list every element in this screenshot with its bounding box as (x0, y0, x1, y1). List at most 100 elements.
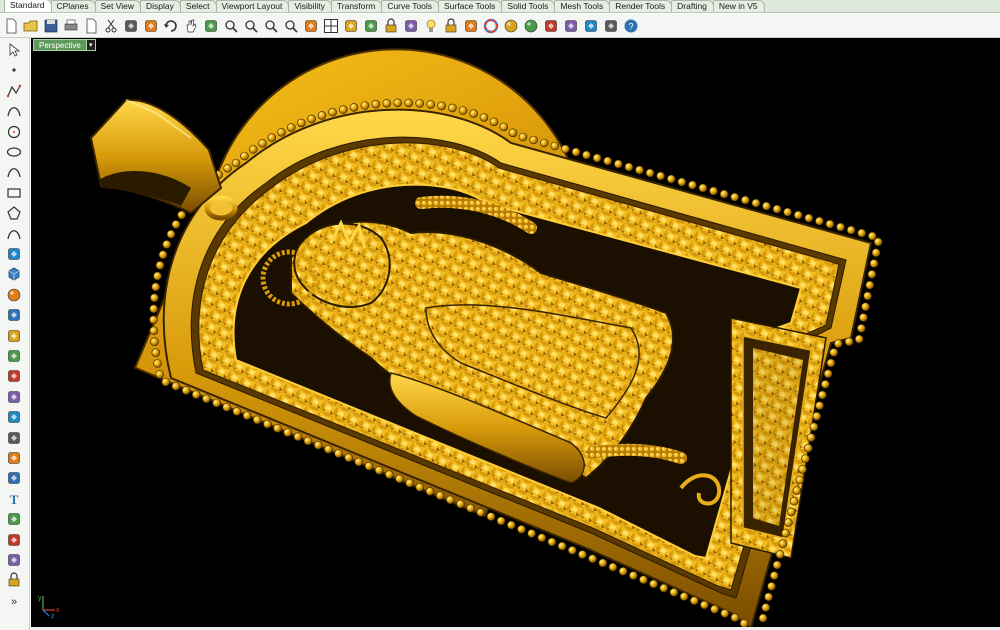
join-icon[interactable] (5, 430, 23, 446)
save-icon[interactable] (43, 18, 59, 34)
border-bead (313, 440, 323, 450)
border-bead (161, 377, 171, 387)
border-bead (384, 470, 394, 479)
border-bead (613, 159, 623, 169)
rendered-sphere-icon[interactable] (523, 18, 539, 34)
block-icon[interactable] (5, 572, 23, 588)
layer-icon[interactable] (403, 18, 419, 34)
zoom-selected-icon[interactable] (283, 18, 299, 34)
tab-new-in-v5[interactable]: New in V5 (712, 0, 765, 12)
text-icon[interactable]: T (5, 491, 23, 507)
border-bead (405, 478, 415, 488)
lock-icon[interactable] (383, 17, 399, 34)
tab-cplanes[interactable]: CPlanes (50, 0, 96, 12)
show-icon[interactable] (363, 18, 379, 34)
fillet-icon[interactable] (5, 226, 23, 242)
scale-icon[interactable] (5, 470, 23, 486)
boolean-icon[interactable] (5, 348, 23, 364)
border-bead (202, 394, 211, 404)
zoom-extents-icon[interactable] (263, 18, 279, 34)
tab-mesh-tools[interactable]: Mesh Tools (554, 0, 611, 12)
properties-lock-icon[interactable] (443, 17, 459, 34)
settings-icon[interactable] (583, 18, 599, 34)
zoom-window-icon[interactable] (243, 18, 259, 34)
border-bead (677, 177, 687, 187)
select-arrow-icon[interactable] (5, 42, 23, 58)
copy-icon[interactable] (123, 18, 139, 34)
split-icon[interactable] (5, 409, 23, 425)
border-bead (344, 453, 354, 463)
shaded-sphere-icon[interactable] (503, 18, 519, 34)
border-bead (469, 109, 478, 118)
tab-curve-tools[interactable]: Curve Tools (381, 0, 440, 12)
select-filter-icon[interactable] (563, 18, 579, 34)
hide-icon[interactable] (343, 18, 359, 34)
perspective-viewport[interactable]: Perspective ▾ y x z (31, 38, 1000, 628)
more-icon[interactable]: » (5, 593, 23, 609)
render-icon[interactable] (543, 18, 559, 34)
open-icon[interactable] (23, 18, 39, 34)
viewport-menu-arrow-icon[interactable]: ▾ (86, 39, 96, 51)
viewport-label[interactable]: Perspective (33, 39, 87, 51)
new-icon[interactable] (3, 18, 19, 34)
border-bead (730, 192, 740, 202)
mesh-icon[interactable] (5, 328, 23, 344)
rectangle-icon[interactable] (5, 185, 23, 201)
polyline-icon[interactable] (5, 83, 23, 99)
move-icon[interactable] (203, 18, 219, 34)
border-bead (153, 359, 162, 368)
polygon-icon[interactable] (5, 205, 23, 221)
import-icon[interactable] (83, 18, 99, 34)
tab-visibility[interactable]: Visibility (288, 0, 332, 12)
paste-icon[interactable] (143, 18, 159, 34)
sphere-solid-icon[interactable] (5, 287, 23, 303)
border-bead (578, 550, 587, 559)
zoom-icon[interactable] (223, 18, 239, 34)
box-solid-icon[interactable] (5, 266, 23, 282)
pan-hand-icon[interactable] (183, 18, 199, 34)
tab-display[interactable]: Display (140, 0, 181, 12)
color-wheel-icon[interactable] (483, 18, 499, 34)
light-icon[interactable] (423, 18, 439, 34)
rotate-view-icon[interactable] (303, 18, 319, 34)
tab-solid-tools[interactable]: Solid Tools (501, 0, 556, 12)
point-icon[interactable] (5, 62, 23, 78)
curve-icon[interactable] (5, 103, 23, 119)
tab-surface-tools[interactable]: Surface Tools (438, 0, 503, 12)
help-icon[interactable]: ? (623, 18, 639, 34)
tab-select[interactable]: Select (179, 0, 217, 12)
explode-icon[interactable] (5, 368, 23, 384)
border-bead (803, 443, 813, 453)
four-viewports-icon[interactable] (323, 18, 339, 34)
viewport-title-tab[interactable]: Perspective ▾ (33, 39, 96, 51)
rotate-icon[interactable] (5, 450, 23, 466)
extrude-icon[interactable] (5, 307, 23, 323)
dimension-icon[interactable] (5, 511, 23, 527)
tab-viewport-layout[interactable]: Viewport Layout (215, 0, 290, 12)
tab-transform[interactable]: Transform (330, 0, 383, 12)
options-icon[interactable] (603, 18, 619, 34)
arc-icon[interactable] (5, 164, 23, 180)
border-bead (479, 113, 489, 122)
border-bead (628, 571, 638, 580)
border-bead (769, 571, 779, 580)
circle-icon[interactable] (5, 124, 23, 140)
ellipse-icon[interactable] (5, 144, 23, 160)
undo-icon[interactable] (163, 18, 179, 34)
cut-icon[interactable] (103, 18, 119, 34)
material-icon[interactable] (463, 18, 479, 34)
tab-standard[interactable]: Standard (4, 0, 52, 12)
tab-render-tools[interactable]: Render Tools (609, 0, 673, 12)
border-bead (818, 390, 827, 400)
trim-icon[interactable] (5, 389, 23, 405)
border-bead (688, 180, 697, 190)
tab-drafting[interactable]: Drafting (671, 0, 714, 12)
tab-set-view[interactable]: Set View (94, 0, 142, 12)
border-bead (792, 486, 802, 495)
border-bead (778, 539, 788, 549)
array-icon[interactable] (5, 532, 23, 548)
surface-icon[interactable] (5, 246, 23, 262)
print-icon[interactable] (63, 18, 79, 34)
analyze-icon[interactable] (5, 552, 23, 568)
border-bead (153, 271, 162, 281)
